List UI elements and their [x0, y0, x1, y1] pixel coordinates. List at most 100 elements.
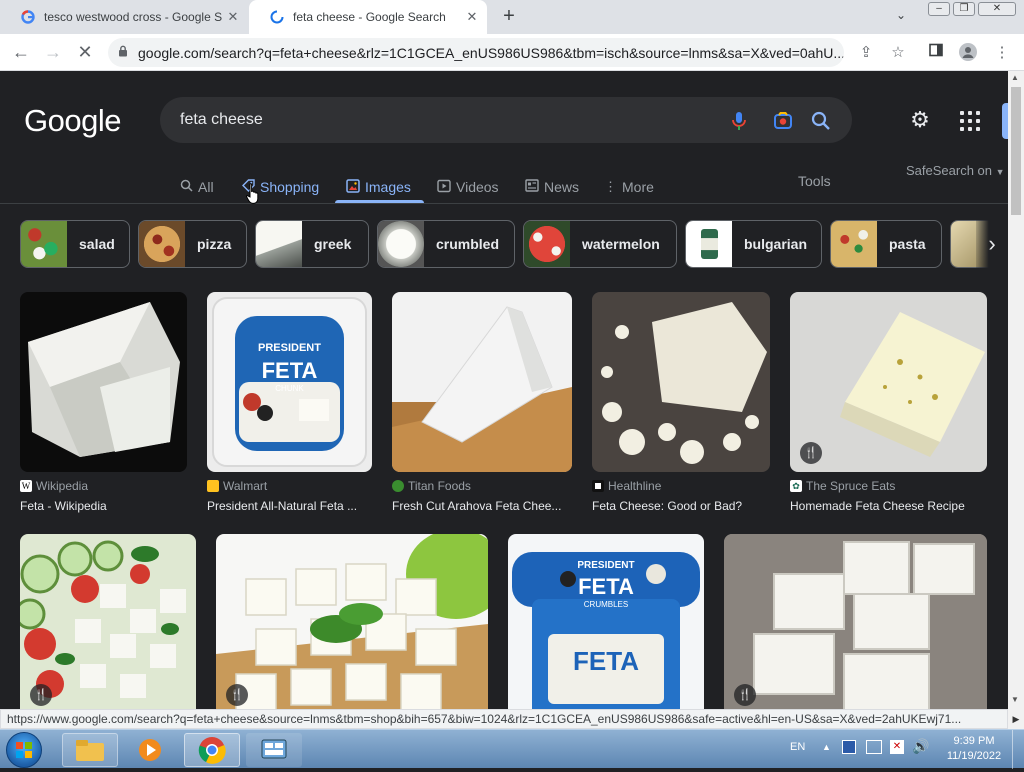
chevron-right-icon[interactable]: ›: [976, 220, 1008, 268]
chip-thumbnail: [524, 221, 570, 267]
search-icon[interactable]: [810, 110, 832, 132]
chip-bulgarian[interactable]: bulgarian: [685, 220, 822, 268]
result-source[interactable]: Titan Foods: [392, 479, 471, 493]
result-title[interactable]: Fresh Cut Arahova Feta Chee...: [392, 499, 572, 513]
image-result-titan-foods[interactable]: Titan Foods Fresh Cut Arahova Feta Chee.…: [392, 292, 572, 520]
search-input[interactable]: feta cheese: [160, 97, 852, 143]
minimize-button[interactable]: –: [928, 2, 950, 16]
settings-gear-icon[interactable]: ⚙: [908, 109, 932, 133]
tab-news[interactable]: News: [525, 171, 579, 203]
microphone-icon[interactable]: [728, 110, 750, 132]
browser-toolbar: ← → ✕ google.com/search?q=feta+cheese&rl…: [0, 34, 1024, 71]
clock-time: 9:39 PM: [953, 735, 995, 747]
action-center-icon[interactable]: ✕: [890, 740, 904, 754]
windows-start-button[interactable]: [6, 732, 42, 768]
news-icon: [525, 179, 539, 195]
scroll-down-arrow-icon[interactable]: ▼: [1011, 695, 1019, 704]
tab-close-icon[interactable]: ✕: [226, 10, 240, 24]
browser-tab-1[interactable]: tesco westwood cross - Google S ✕: [0, 0, 248, 34]
side-panel-icon[interactable]: [926, 43, 946, 63]
volume-icon[interactable]: 🔊: [912, 738, 929, 755]
chip-pasta[interactable]: pasta: [830, 220, 942, 268]
google-apps-icon[interactable]: [958, 109, 982, 133]
recipe-icon: 🍴: [800, 442, 822, 464]
result-image[interactable]: PRESIDENT FETA CHUNK: [207, 292, 372, 472]
language-indicator[interactable]: EN: [790, 741, 805, 753]
dropdown-arrow-icon: ▼: [995, 167, 1005, 177]
scroll-up-arrow-icon[interactable]: ▲: [1011, 73, 1019, 82]
tab-label: News: [544, 179, 580, 195]
tools-button[interactable]: Tools: [798, 173, 831, 189]
media-player-icon: [139, 739, 161, 761]
image-result-salad[interactable]: 🍴: [20, 534, 196, 709]
result-title[interactable]: Homemade Feta Cheese Recipe: [790, 499, 987, 513]
image-result-wikipedia[interactable]: W Wikipedia Feta - Wikipedia: [20, 292, 187, 520]
system-clock[interactable]: 9:39 PM 11/19/2022: [944, 734, 1004, 764]
chrome-menu-icon[interactable]: ⋮: [992, 43, 1012, 63]
chip-crumbled[interactable]: crumbled: [377, 220, 515, 268]
file-explorer-taskbar-button[interactable]: [62, 733, 118, 767]
stop-loading-icon[interactable]: ✕: [74, 42, 96, 64]
bookmark-star-icon[interactable]: ☆: [888, 43, 908, 63]
image-result-crumbles-tub[interactable]: PRESIDENT FETA CRUMBLES FETA: [508, 534, 704, 709]
chip-thumbnail: [21, 221, 67, 267]
spruce-eats-favicon-icon: ✿: [790, 480, 802, 492]
result-source[interactable]: ✿ The Spruce Eats: [790, 479, 895, 493]
scroll-right-arrow-icon[interactable]: ▶: [1008, 709, 1024, 729]
tab-videos[interactable]: Videos: [437, 171, 499, 203]
browser-tab-2-active[interactable]: feta cheese - Google Search ✕: [249, 0, 487, 34]
source-name: Titan Foods: [408, 479, 471, 493]
tray-app-icon[interactable]: [842, 740, 856, 754]
network-icon[interactable]: [866, 740, 882, 754]
chrome-taskbar-button[interactable]: [184, 733, 240, 767]
safesearch-menu[interactable]: SafeSearch on ▼: [906, 163, 1005, 178]
tab-label: Images: [365, 179, 411, 195]
google-lens-icon[interactable]: [772, 110, 794, 132]
control-panel-taskbar-button[interactable]: [246, 733, 302, 767]
forward-arrow-icon[interactable]: →: [42, 42, 64, 64]
result-source[interactable]: W Wikipedia: [20, 479, 88, 493]
tab-all[interactable]: All: [180, 171, 214, 203]
result-source[interactable]: Walmart: [207, 479, 267, 493]
chip-label: watermelon: [582, 236, 660, 252]
result-title[interactable]: President All-Natural Feta ...: [207, 499, 372, 513]
new-tab-button[interactable]: +: [498, 6, 520, 28]
image-result-stacked-cubes[interactable]: 🍴: [724, 534, 987, 709]
result-image[interactable]: 🍴: [20, 534, 196, 709]
result-source[interactable]: Healthline: [592, 479, 661, 493]
image-result-cubes-board[interactable]: 🍴: [216, 534, 488, 709]
image-result-walmart[interactable]: PRESIDENT FETA CHUNK Walmart President A…: [207, 292, 372, 520]
tab-search-icon[interactable]: ⌄: [896, 8, 906, 22]
scrollbar-thumb[interactable]: [1011, 87, 1021, 215]
chip-greek[interactable]: greek: [255, 220, 369, 268]
chip-watermelon[interactable]: watermelon: [523, 220, 677, 268]
tab-images[interactable]: Images: [346, 171, 411, 203]
result-image[interactable]: [392, 292, 572, 472]
result-image[interactable]: PRESIDENT FETA CRUMBLES FETA: [508, 534, 704, 709]
product-variant-text: CRUMBLES: [583, 600, 629, 609]
google-logo[interactable]: Google: [24, 103, 121, 139]
result-image[interactable]: [592, 292, 770, 472]
show-desktop-button[interactable]: [1012, 730, 1024, 769]
profile-avatar-icon[interactable]: [958, 43, 978, 63]
address-bar[interactable]: google.com/search?q=feta+cheese&rlz=1C1G…: [108, 38, 844, 67]
result-image[interactable]: 🍴: [790, 292, 987, 472]
result-title[interactable]: Feta - Wikipedia: [20, 499, 187, 513]
image-result-healthline[interactable]: Healthline Feta Cheese: Good or Bad?: [592, 292, 770, 520]
result-image[interactable]: [20, 292, 187, 472]
close-window-button[interactable]: ✕: [978, 2, 1016, 16]
image-result-spruce-eats[interactable]: 🍴 ✿ The Spruce Eats Homemade Feta Cheese…: [790, 292, 987, 520]
back-arrow-icon[interactable]: ←: [10, 42, 32, 64]
show-hidden-icons-icon[interactable]: ▲: [822, 742, 831, 752]
result-title[interactable]: Feta Cheese: Good or Bad?: [592, 499, 770, 513]
result-image[interactable]: 🍴: [216, 534, 488, 709]
chip-salad[interactable]: salad: [20, 220, 130, 268]
media-player-taskbar-button[interactable]: [122, 733, 178, 767]
tab-more[interactable]: ⋮ More: [604, 171, 654, 203]
chip-pizza[interactable]: pizza: [138, 220, 247, 268]
tab-close-icon[interactable]: ✕: [465, 10, 479, 24]
result-image[interactable]: 🍴: [724, 534, 987, 709]
share-icon[interactable]: ⇪: [856, 43, 876, 63]
loading-spinner-icon: [269, 9, 285, 25]
restore-button[interactable]: ❐: [953, 2, 975, 16]
